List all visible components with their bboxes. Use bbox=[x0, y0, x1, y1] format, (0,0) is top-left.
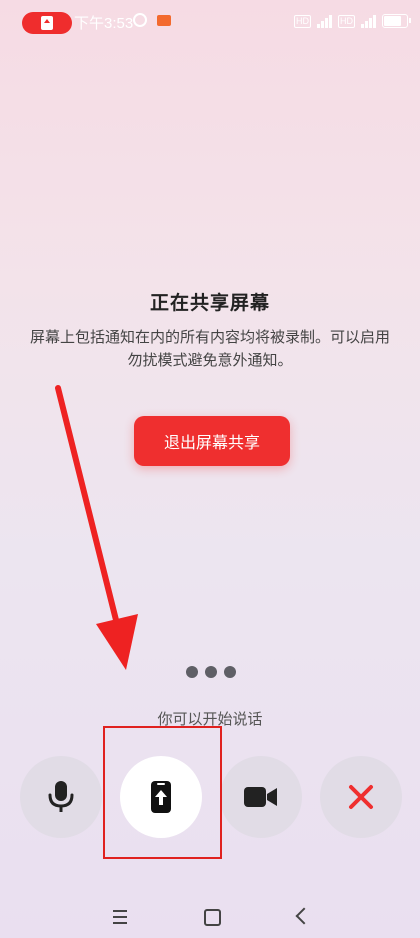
hd-tag-2: HD bbox=[338, 14, 355, 28]
microphone-button[interactable] bbox=[20, 756, 102, 838]
close-icon bbox=[349, 785, 373, 809]
signal-icon bbox=[317, 14, 332, 28]
back-icon[interactable] bbox=[295, 907, 313, 925]
hang-up-button[interactable] bbox=[320, 756, 402, 838]
annotation-highlight-box bbox=[103, 726, 222, 859]
home-icon[interactable] bbox=[204, 909, 221, 926]
page-title: 正在共享屏幕 bbox=[149, 292, 270, 314]
mic-icon bbox=[48, 781, 74, 812]
upload-icon bbox=[41, 16, 53, 30]
status-time: 下午3:53 bbox=[74, 15, 134, 32]
video-camera-icon bbox=[244, 787, 277, 807]
exit-screen-share-button[interactable]: 退出屏幕共享 bbox=[134, 416, 290, 466]
screen-cast-icon bbox=[157, 15, 171, 26]
status-bar: 下午3:53 HD HD bbox=[0, 0, 420, 44]
signal-icon-2 bbox=[361, 14, 376, 28]
camera-button[interactable] bbox=[220, 756, 302, 838]
voice-activity-indicator bbox=[186, 666, 236, 678]
hd-tag: HD bbox=[294, 14, 311, 28]
system-icons: HD HD bbox=[294, 14, 411, 28]
screen-recording-indicator[interactable] bbox=[22, 12, 72, 34]
sharing-description: 屏幕上包括通知在内的所有内容均将被录制。可以启用勿扰模式避免意外通知。 bbox=[30, 328, 391, 369]
menu-icon[interactable] bbox=[113, 910, 127, 928]
system-nav-bar bbox=[0, 900, 420, 938]
alarm-icon bbox=[133, 13, 147, 27]
battery-icon bbox=[382, 14, 411, 28]
